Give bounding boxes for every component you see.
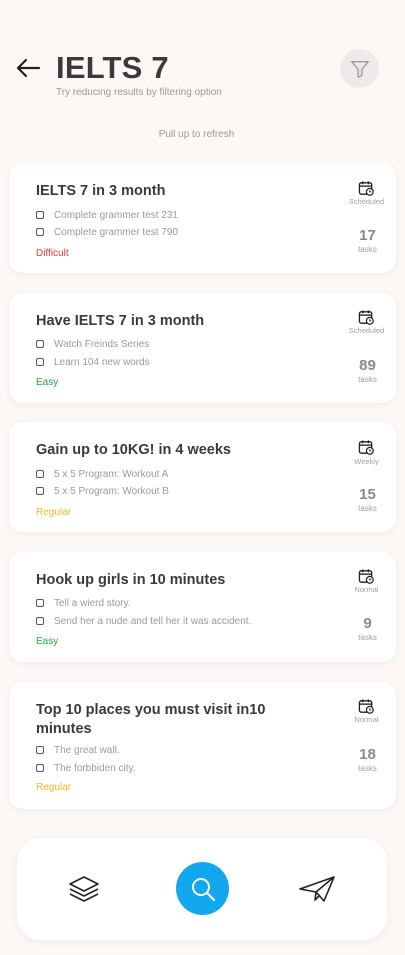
schedule-type: Weekly [354, 457, 379, 466]
task-label: Send her a nude and tell her it was acci… [54, 615, 252, 627]
task-label: 5 x 5 Program: Workout A [54, 468, 169, 480]
task-label: 5 x 5 Program: Workout B [54, 485, 169, 497]
card-title: IELTS 7 in 3 month [36, 183, 166, 199]
card-title: Have IELTS 7 in 3 month [36, 313, 205, 329]
task-item[interactable]: The forbbiden city. [36, 761, 136, 775]
task-count-label: tasks [358, 633, 377, 642]
difficulty-badge: Easy [36, 377, 59, 388]
calendar-icon [358, 569, 374, 584]
difficulty-badge: Regular [36, 507, 72, 518]
filter-icon [350, 60, 369, 78]
task-label: Learn 104 new words [54, 356, 150, 368]
nav-search-button[interactable] [176, 862, 229, 915]
task-checkbox[interactable] [36, 470, 44, 478]
card-title: Gain up to 10KG! in 4 weeks [36, 442, 231, 458]
task-item[interactable]: Complete grammer test 231 [36, 208, 178, 222]
schedule-type: Scheduled [348, 326, 385, 335]
calendar-icon [358, 310, 374, 325]
task-label: Complete grammer test 790 [54, 226, 178, 238]
task-count: 9 [363, 615, 372, 632]
task-label: Watch Freinds Series [54, 338, 150, 350]
filter-button[interactable] [340, 49, 379, 88]
card-title: Top 10 places you must visit in10 minute… [36, 702, 266, 737]
task-item[interactable]: 5 x 5 Program: Workout A [36, 467, 168, 481]
calendar-icon [358, 181, 374, 196]
header: IELTS 7 Try reducing results by filterin… [0, 0, 405, 110]
task-checkbox[interactable] [36, 764, 44, 772]
send-icon [299, 876, 335, 902]
task-label: Tell a wierd story. [54, 597, 131, 609]
card-title: Hook up girls in 10 minutes [36, 572, 226, 588]
calendar-icon [358, 699, 374, 714]
task-item[interactable]: The great wall. [36, 743, 120, 757]
goal-card[interactable]: IELTS 7 in 3 month Complete grammer test… [9, 163, 396, 273]
nav-send-button[interactable] [296, 870, 338, 908]
task-item[interactable]: 5 x 5 Program: Workout B [36, 484, 169, 498]
goal-card[interactable]: Have IELTS 7 in 3 month Watch Freinds Se… [9, 293, 396, 403]
goal-card[interactable]: Gain up to 10KG! in 4 weeks 5 x 5 Progra… [9, 422, 396, 532]
task-item[interactable]: Learn 104 new words [36, 355, 150, 369]
task-count: 18 [359, 746, 376, 763]
refresh-hint: Pull up to refresh [158, 129, 235, 140]
page-title: IELTS 7 [56, 50, 169, 85]
task-count-label: tasks [358, 764, 377, 773]
nav-layers-button[interactable] [65, 870, 103, 908]
task-checkbox[interactable] [36, 617, 44, 625]
calendar-icon [358, 440, 374, 455]
task-item[interactable]: Tell a wierd story. [36, 596, 131, 610]
difficulty-badge: Regular [36, 782, 72, 793]
task-checkbox[interactable] [36, 340, 44, 348]
goal-card[interactable]: Top 10 places you must visit in10 minute… [9, 682, 396, 809]
schedule-type: Normal [354, 585, 379, 594]
task-count-label: tasks [358, 375, 377, 384]
difficulty-badge: Easy [36, 636, 59, 647]
task-checkbox[interactable] [36, 487, 44, 495]
task-count: 15 [359, 486, 376, 503]
task-checkbox[interactable] [36, 599, 44, 607]
task-label: The forbbiden city. [54, 762, 136, 774]
search-icon [191, 877, 215, 901]
task-item[interactable]: Complete grammer test 790 [36, 225, 178, 239]
difficulty-badge: Difficult [36, 248, 69, 259]
task-checkbox[interactable] [36, 746, 44, 754]
bottom-nav [17, 838, 387, 940]
goal-card[interactable]: Hook up girls in 10 minutes Tell a wierd… [9, 552, 396, 662]
layers-icon [69, 876, 99, 902]
task-item[interactable]: Watch Freinds Series [36, 337, 149, 351]
task-count-label: tasks [358, 245, 377, 254]
task-label: Complete grammer test 231 [54, 209, 178, 221]
schedule-type: Scheduled [348, 197, 385, 206]
task-count: 17 [359, 227, 376, 244]
page-subtitle: Try reducing results by filtering option [56, 87, 222, 98]
task-count-label: tasks [358, 504, 377, 513]
back-button[interactable] [14, 56, 42, 80]
task-label: The great wall. [54, 744, 120, 756]
schedule-type: Normal [354, 715, 379, 724]
task-checkbox[interactable] [36, 358, 44, 366]
task-item[interactable]: Send her a nude and tell her it was acci… [36, 614, 251, 628]
arrow-left-icon [16, 58, 41, 78]
task-checkbox[interactable] [36, 211, 44, 219]
task-checkbox[interactable] [36, 228, 44, 236]
task-count: 89 [359, 357, 376, 374]
